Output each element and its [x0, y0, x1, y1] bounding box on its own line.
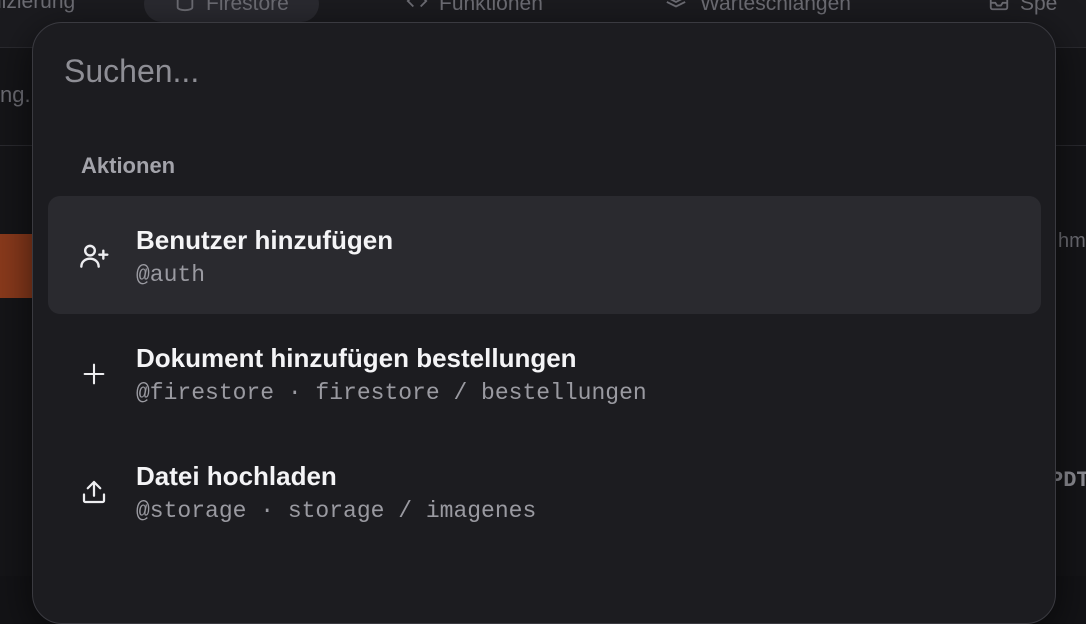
tab-label: Warteschlangen: [700, 0, 851, 15]
divider: [1056, 145, 1086, 146]
action-subtitle: @auth: [136, 262, 206, 288]
action-subtitle: @firestore · firestore / bestellungen: [136, 380, 647, 406]
tab-speicher[interactable]: Spe: [988, 0, 1057, 18]
tab-authentication[interactable]: nizierung: [0, 0, 75, 14]
tab-label: Funktionen: [439, 0, 543, 15]
action-title: Benutzer hinzufügen: [136, 225, 394, 255]
action-subtitle: @storage · storage / imagenes: [136, 498, 537, 524]
action-title: Datei hochladen: [136, 461, 337, 491]
layers-icon: [662, 0, 690, 18]
section-label-aktionen: Aktionen: [81, 153, 176, 178]
code-icon: [405, 0, 429, 18]
plus-icon: [78, 358, 110, 390]
action-title: Dokument hinzufügen bestellungen: [136, 343, 577, 373]
action-add-document[interactable]: Dokument hinzufügen bestellungen @firest…: [48, 314, 1041, 432]
tab-label: nizierung: [0, 0, 76, 13]
search-input[interactable]: [64, 47, 1004, 95]
inbox-icon: [988, 0, 1010, 18]
tab-warteschlangen[interactable]: Warteschlangen: [662, 0, 851, 18]
tab-funktionen[interactable]: Funktionen: [405, 0, 543, 18]
tab-firestore[interactable]: Firestore: [144, 0, 319, 22]
tab-label: Firestore: [206, 0, 289, 15]
background-breadcrumb-fragment: ng.: [0, 82, 31, 107]
database-icon: [174, 0, 196, 18]
action-add-user[interactable]: Benutzer hinzufügen @auth: [48, 196, 1041, 314]
command-palette: Aktionen Benutzer hinzufügen @auth Dokum…: [32, 22, 1056, 624]
background-accent-block: [0, 234, 33, 298]
upload-icon: [78, 476, 110, 508]
background-text-fragment: hm: [1058, 230, 1086, 252]
tab-label: Spe: [1020, 0, 1058, 15]
action-upload-file[interactable]: Datei hochladen @storage · storage / ima…: [48, 432, 1041, 550]
user-plus-icon: [78, 240, 110, 272]
